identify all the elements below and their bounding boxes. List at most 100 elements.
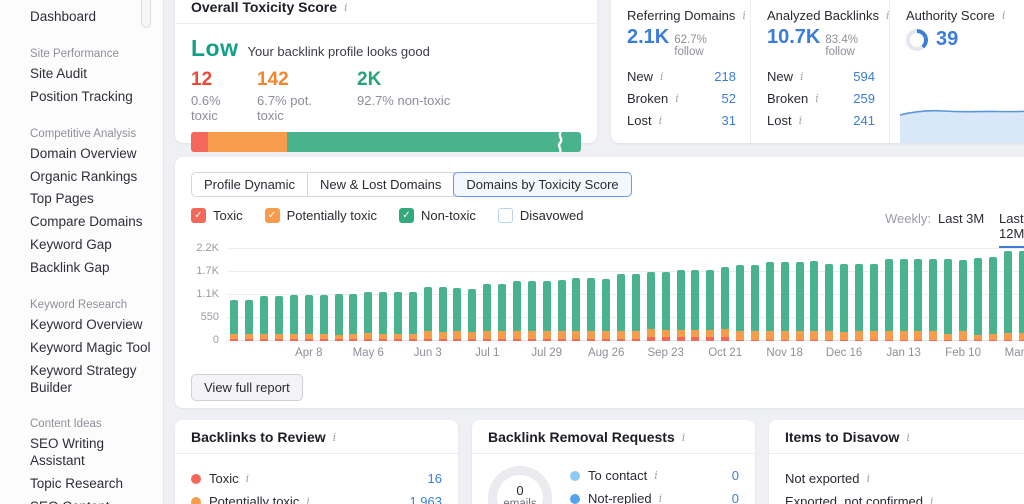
chart-bar[interactable]: [334, 245, 343, 341]
chart-bar[interactable]: [1003, 245, 1012, 341]
info-icon[interactable]: i: [815, 92, 819, 105]
chart-bar[interactable]: [914, 245, 923, 341]
sidebar-item-dashboard[interactable]: Dashboard: [30, 6, 155, 29]
sidebar-item-keyword-magic-tool[interactable]: Keyword Magic Tool: [30, 337, 155, 360]
chart-bar[interactable]: [453, 245, 462, 341]
chart-bar[interactable]: [364, 245, 373, 341]
chart-bar[interactable]: [617, 245, 626, 341]
chart-bar[interactable]: [691, 245, 700, 341]
info-icon[interactable]: i: [1002, 9, 1006, 22]
chart-bar[interactable]: [423, 245, 432, 341]
sidebar-scrollbar-thumb[interactable]: [141, 0, 151, 28]
chart-bar[interactable]: [349, 245, 358, 341]
info-icon[interactable]: i: [654, 469, 658, 482]
chart-bar[interactable]: [394, 245, 402, 341]
row-value[interactable]: 16: [428, 471, 442, 486]
chart-bar[interactable]: [275, 245, 284, 341]
chart-bar[interactable]: [408, 245, 417, 341]
chart-bar[interactable]: [676, 245, 685, 341]
chart-bar[interactable]: [512, 245, 521, 341]
chart-bar[interactable]: [810, 245, 819, 341]
chart-bar[interactable]: [944, 245, 953, 341]
chart-bar[interactable]: [765, 245, 774, 341]
row-value[interactable]: 594: [853, 69, 875, 84]
sidebar-item-seo-content-template[interactable]: SEO Content Template: [30, 496, 155, 504]
info-icon[interactable]: i: [306, 495, 310, 504]
chart-bar[interactable]: [840, 245, 849, 341]
row-value[interactable]: 218: [714, 69, 736, 84]
info-icon[interactable]: i: [682, 431, 686, 444]
chart-bar[interactable]: [780, 245, 789, 341]
sidebar-item-topic-research[interactable]: Topic Research: [30, 473, 155, 496]
chart-bar[interactable]: [959, 245, 968, 341]
chart-bar[interactable]: [289, 245, 298, 341]
chart-bar[interactable]: [379, 245, 388, 341]
sidebar-item-top-pages[interactable]: Top Pages: [30, 188, 155, 211]
info-icon[interactable]: i: [906, 431, 910, 444]
chart-bar[interactable]: [304, 245, 313, 341]
chart-bar[interactable]: [438, 245, 447, 341]
chart-bar[interactable]: [973, 245, 982, 341]
sidebar-item-seo-writing-assistant[interactable]: SEO Writing Assistant: [30, 433, 155, 473]
chart-bar[interactable]: [929, 245, 938, 341]
row-value[interactable]: 0: [732, 491, 739, 504]
chart-bar[interactable]: [721, 245, 730, 341]
chart-bar[interactable]: [498, 245, 507, 341]
chart-bar[interactable]: [468, 245, 477, 341]
sidebar-item-position-tracking[interactable]: Position Tracking: [30, 86, 155, 109]
chart-bar[interactable]: [706, 245, 715, 341]
sidebar-item-site-audit[interactable]: Site Audit: [30, 63, 155, 86]
chart-bar[interactable]: [527, 245, 536, 341]
chart-bar[interactable]: [319, 245, 328, 341]
chart-bar[interactable]: [750, 245, 759, 341]
sidebar-item-domain-overview[interactable]: Domain Overview: [30, 143, 155, 166]
info-icon[interactable]: i: [246, 472, 250, 485]
chart-bar[interactable]: [230, 245, 239, 341]
chart-bar[interactable]: [884, 245, 893, 341]
row-value[interactable]: 241: [853, 113, 875, 128]
row-value[interactable]: 259: [853, 91, 875, 106]
info-icon[interactable]: i: [333, 431, 337, 444]
chart-bar[interactable]: [483, 245, 492, 341]
info-icon[interactable]: i: [866, 472, 870, 485]
sidebar-item-compare-domains[interactable]: Compare Domains: [30, 211, 155, 234]
chart-bar[interactable]: [245, 245, 254, 341]
info-icon[interactable]: i: [344, 1, 348, 14]
info-icon[interactable]: i: [800, 70, 804, 83]
row-value[interactable]: 52: [722, 91, 736, 106]
chart-bar[interactable]: [899, 245, 908, 341]
info-icon[interactable]: i: [660, 70, 664, 83]
tab-profile-dynamic[interactable]: Profile Dynamic: [192, 173, 309, 196]
chart-bar[interactable]: [1018, 245, 1024, 341]
sidebar-item-keyword-strategy-builder[interactable]: Keyword Strategy Builder: [30, 360, 155, 400]
chart-bar[interactable]: [631, 245, 640, 341]
chart-bar[interactable]: [736, 245, 745, 341]
sidebar-item-backlink-gap[interactable]: Backlink Gap: [30, 257, 155, 280]
info-icon[interactable]: i: [659, 114, 663, 127]
chart-bar[interactable]: [260, 245, 269, 341]
row-value[interactable]: 31: [722, 113, 736, 128]
chart-bar[interactable]: [825, 245, 834, 341]
chart-bar[interactable]: [854, 245, 863, 341]
chart-bar[interactable]: [661, 245, 670, 341]
row-value[interactable]: 0: [732, 468, 739, 483]
chart-bar[interactable]: [988, 245, 997, 341]
info-icon[interactable]: i: [930, 495, 934, 504]
info-icon[interactable]: i: [742, 9, 746, 22]
chart-bar[interactable]: [587, 245, 596, 341]
chart-bar[interactable]: [572, 245, 581, 341]
chart-bar[interactable]: [869, 245, 878, 341]
view-full-report-button[interactable]: View full report: [191, 374, 303, 401]
period-last-3m[interactable]: Last 3M: [938, 211, 984, 226]
sidebar-item-organic-rankings[interactable]: Organic Rankings: [30, 166, 155, 189]
chart-bar[interactable]: [557, 245, 566, 341]
chart-bar[interactable]: [646, 245, 655, 341]
tab-new-lost-domains[interactable]: New & Lost Domains: [308, 173, 455, 196]
tab-domains-by-toxicity-score[interactable]: Domains by Toxicity Score: [453, 172, 632, 197]
row-value[interactable]: 1,963: [409, 494, 442, 504]
sidebar-item-keyword-overview[interactable]: Keyword Overview: [30, 314, 155, 337]
info-icon[interactable]: i: [659, 492, 663, 504]
chart-bar[interactable]: [602, 245, 611, 341]
chart-bar[interactable]: [795, 245, 804, 341]
period-last-12m[interactable]: Last 12M: [999, 211, 1024, 248]
